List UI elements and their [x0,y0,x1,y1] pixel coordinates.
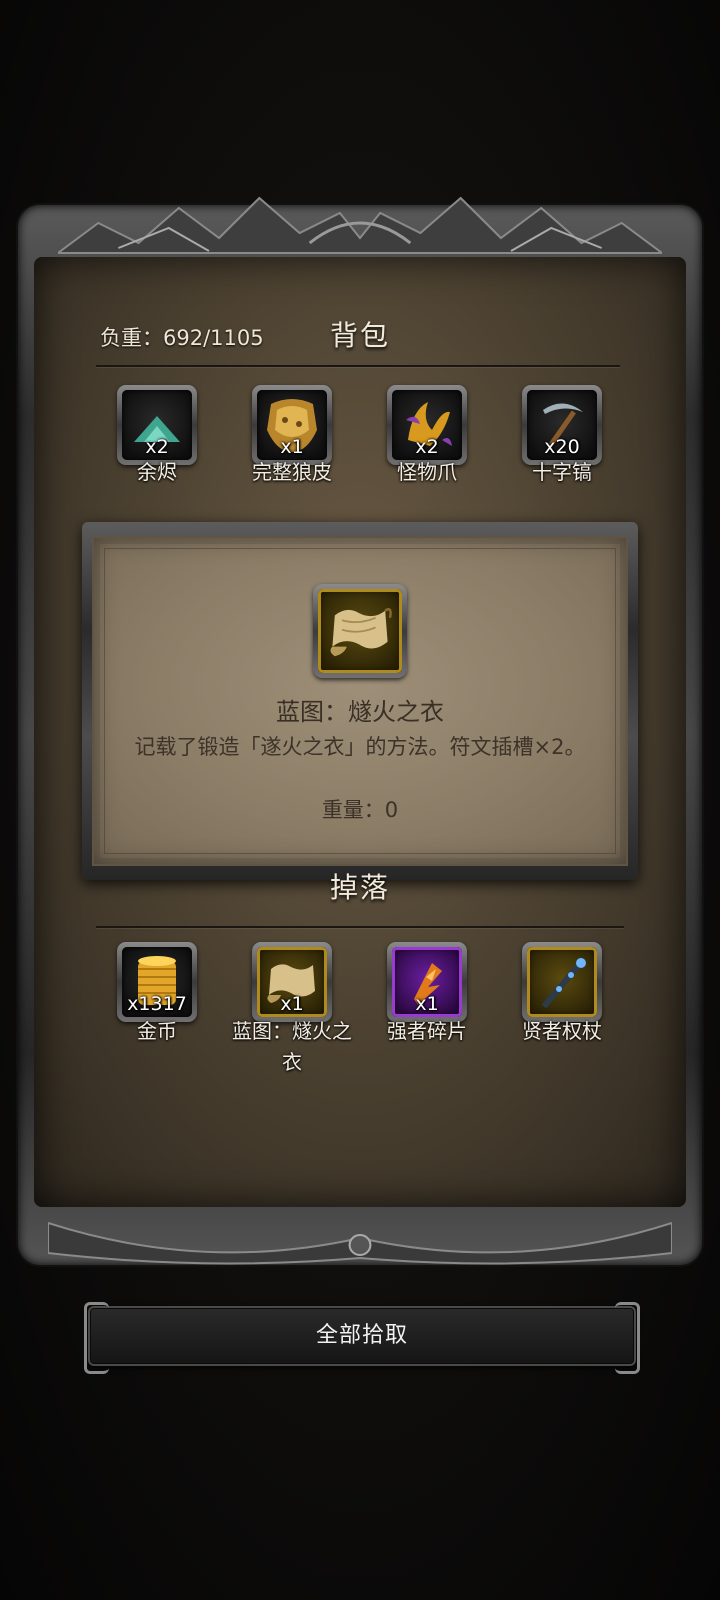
backpack-divider [96,365,620,367]
item-quantity: x20 [544,436,580,458]
drop-slot-blueprint[interactable]: x1 [252,942,332,1022]
item-quantity: x1 [415,993,439,1015]
tooltip-weight: 重量：0 [321,798,399,822]
item-name: 金币 [137,1019,177,1043]
inventory-slot-pickaxe[interactable]: x20 [522,385,602,465]
tooltip-item-slot [313,584,407,678]
item-quantity: x1 [280,436,304,458]
item-name: 余烬 [137,460,177,484]
backpack-title: 背包 [329,319,390,352]
item-tooltip[interactable]: 蓝图：燧火之衣 记载了锻造「遂火之衣」的方法。符文插槽×2。 重量：0 [82,522,638,880]
pick-all-button[interactable]: 全部拾取 [84,1302,640,1374]
dragon-crest-ornament [58,193,662,263]
inventory-slot-wolf-pelt[interactable]: x1 [252,385,332,465]
item-name: 强者碎片 [387,1019,467,1043]
item-name: 怪物爪 [397,460,457,484]
item-name: 十字镐 [532,460,592,484]
drop-slot-gold[interactable]: x1317 [117,942,197,1022]
inventory-slot-monster-claw[interactable]: x2 [387,385,467,465]
scroll-icon [318,589,402,673]
item-quantity: x2 [145,436,169,458]
bottom-ornament [48,1213,672,1273]
item-name: 贤者权杖 [522,1019,602,1043]
tooltip-description: 记载了锻造「遂火之衣」的方法。符文插槽×2。 [134,735,586,759]
drops-title: 掉落 [329,871,390,904]
inventory-slot-ember[interactable]: x2 [117,385,197,465]
drop-slot-shard[interactable]: x1 [387,942,467,1022]
scepter-icon [527,947,597,1017]
item-quantity: x2 [415,436,439,458]
item-name: 完整狼皮 [252,460,332,484]
drop-slot-scepter[interactable] [522,942,602,1022]
item-name: 蓝图：燧火之衣 [232,1019,352,1074]
item-quantity: x1 [280,993,304,1015]
item-quantity: x1317 [127,993,187,1015]
tooltip-title: 蓝图：燧火之衣 [276,698,444,726]
drops-divider [96,926,624,928]
